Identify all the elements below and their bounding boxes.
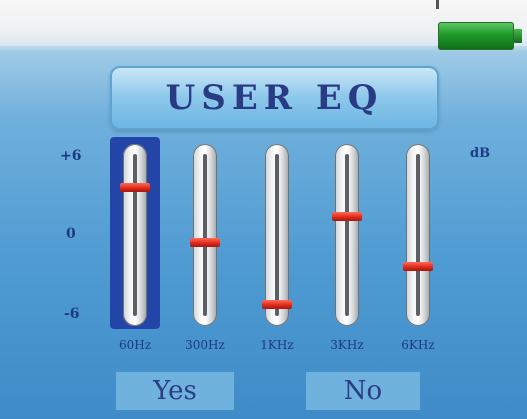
- slider-groove: [345, 154, 349, 316]
- slider-knob[interactable]: [120, 183, 150, 193]
- slider-groove: [203, 154, 207, 316]
- band-label-6khz: 6KHz: [401, 338, 435, 352]
- battery-tip: [514, 29, 522, 43]
- band-label-60hz: 60Hz: [118, 338, 152, 352]
- eq-slider-6khz[interactable]: [403, 144, 433, 326]
- slider-knob[interactable]: [190, 238, 220, 248]
- page-title: USER EQ: [165, 78, 384, 118]
- scale-bottom-label: -6: [64, 306, 80, 322]
- slider-groove: [416, 154, 420, 316]
- yes-button[interactable]: Yes: [116, 372, 234, 410]
- eq-slider-1khz[interactable]: [262, 144, 292, 326]
- slider-knob[interactable]: [332, 211, 362, 221]
- slider-knob[interactable]: [262, 299, 292, 309]
- eq-slider-3khz[interactable]: [332, 144, 362, 326]
- band-label-3khz: 3KHz: [330, 338, 364, 352]
- slider-groove: [275, 154, 279, 316]
- battery-full-icon: [438, 22, 514, 50]
- band-label-300hz: 300Hz: [185, 338, 225, 352]
- scale-mid-label: 0: [66, 226, 76, 242]
- slider-knob[interactable]: [403, 261, 433, 271]
- eq-title-panel: USER EQ: [110, 66, 439, 130]
- slider-groove: [133, 154, 137, 316]
- eq-slider-60hz[interactable]: [120, 144, 150, 326]
- no-button[interactable]: No: [306, 372, 420, 410]
- eq-slider-300hz[interactable]: [190, 144, 220, 326]
- status-bar-mark: [436, 0, 439, 9]
- unit-label: dB: [470, 146, 491, 161]
- band-label-1khz: 1KHz: [260, 338, 294, 352]
- scale-top-label: +6: [60, 148, 82, 164]
